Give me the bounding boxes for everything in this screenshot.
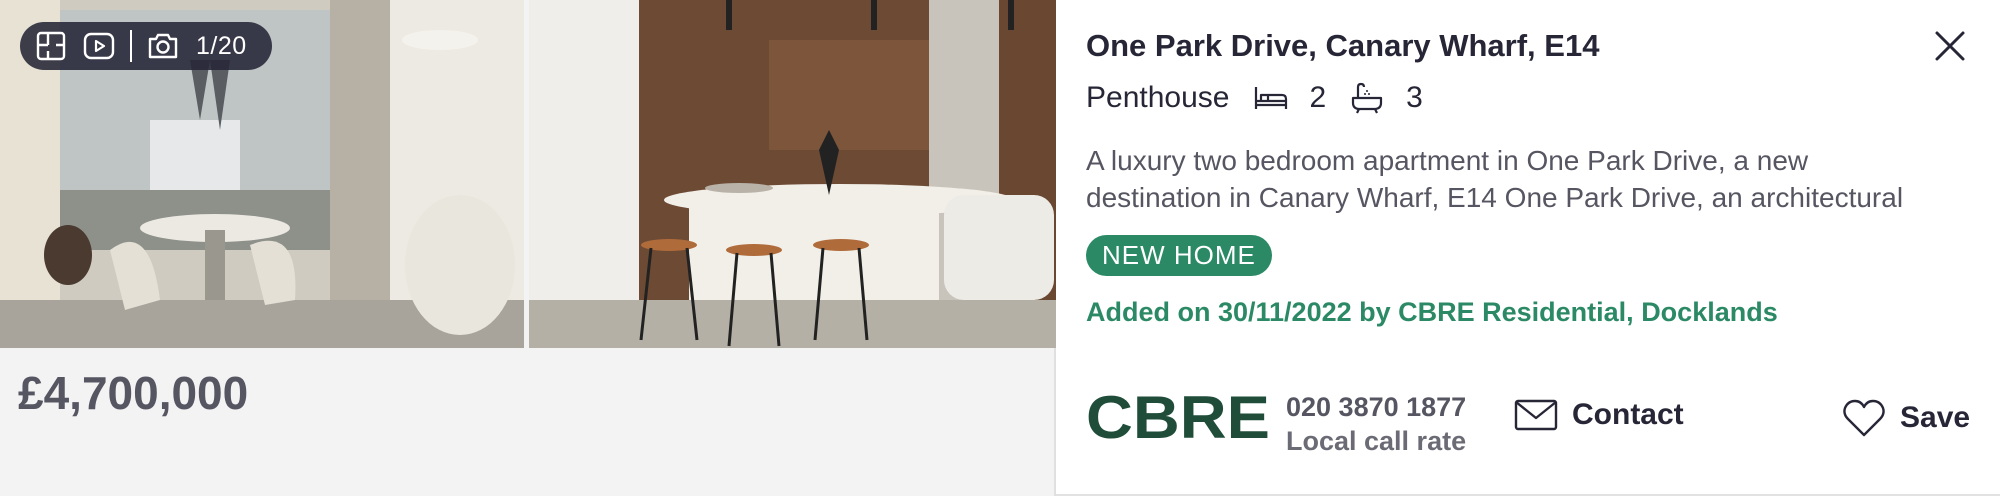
close-button[interactable] [1932, 28, 1968, 64]
listing-title[interactable]: One Park Drive, Canary Wharf, E14 [1086, 28, 1599, 64]
price: £4,700,000 [18, 367, 249, 419]
media-toolbar: 1/20 [20, 22, 272, 70]
photo-counter: 1/20 [196, 31, 247, 60]
property-meta: Penthouse 2 3 [1086, 80, 1447, 116]
camera-icon[interactable] [146, 29, 180, 63]
contact-button[interactable]: Contact [1514, 398, 1684, 432]
agent-logo[interactable]: CBRE [1086, 384, 1272, 451]
close-icon [1935, 31, 1965, 61]
listing-description: A luxury two bedroom apartment in One Pa… [1086, 145, 1904, 213]
bedroom-count: 2 [1309, 81, 1327, 114]
property-card[interactable]: 1/20 £4,700,000 One Park Drive, Canary W… [0, 0, 2000, 496]
toolbar-divider [130, 30, 132, 62]
floorplan-icon[interactable] [34, 29, 68, 63]
contact-label: Contact [1572, 398, 1684, 431]
heart-icon [1843, 399, 1885, 437]
agent-logo-text: CBRE [1086, 392, 1270, 442]
bed-icon [1253, 80, 1289, 116]
video-icon[interactable] [82, 29, 116, 63]
added-info: Added on 30/11/2022 by CBRE Residential,… [1086, 297, 1778, 327]
property-type: Penthouse [1086, 81, 1230, 114]
phone-note: Local call rate [1286, 426, 1467, 456]
media-panel: 1/20 £4,700,000 [0, 0, 1056, 496]
phone-number[interactable]: 020 3870 1877 [1286, 390, 1466, 424]
envelope-icon [1514, 399, 1558, 431]
bath-icon [1350, 80, 1386, 116]
save-button[interactable]: Save [1842, 398, 1970, 438]
new-home-badge: NEW HOME [1086, 235, 1272, 276]
save-label: Save [1900, 401, 1971, 434]
bathroom-count: 3 [1406, 81, 1423, 114]
photo-kitchen[interactable] [529, 0, 1056, 348]
agent-phone[interactable]: 020 3870 1877 Local call rate [1286, 390, 1466, 458]
details-panel: One Park Drive, Canary Wharf, E14 Pentho… [1086, 0, 2000, 496]
